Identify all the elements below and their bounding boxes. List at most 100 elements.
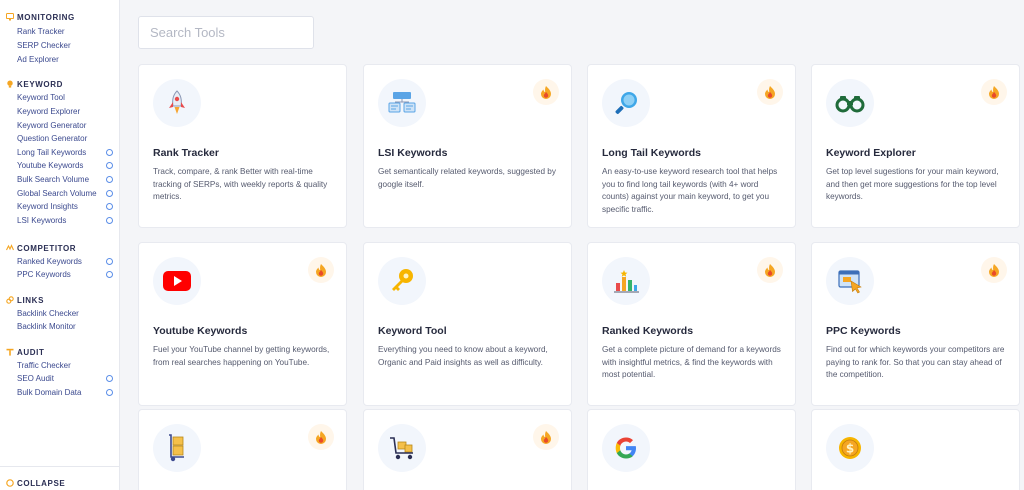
tool-card-ppc-keywords[interactable]: PPC Keywords Find out for which keywords… <box>811 242 1020 406</box>
sidebar-item-keyword-generator[interactable]: Keyword Generator <box>17 120 117 132</box>
sidebar-item-seo-audit[interactable]: SEO Audit <box>17 373 117 385</box>
tool-title: Ranked Keywords <box>602 325 694 337</box>
tool-card-cart[interactable] <box>363 409 572 490</box>
fire-icon <box>765 264 775 277</box>
sidebar-item-backlink-checker[interactable]: Backlink Checker <box>17 308 117 320</box>
tool-icon-wrap <box>602 79 650 127</box>
tool-title: Keyword Tool <box>378 325 447 337</box>
new-dot-icon <box>106 258 113 265</box>
competitor-icon <box>6 244 14 251</box>
youtube-icon <box>163 271 191 291</box>
collapse-label: COLLAPSE <box>17 478 66 488</box>
collapse-row: COLLAPSE <box>6 477 65 489</box>
tool-card-long-tail-keywords[interactable]: Long Tail Keywords An easy-to-use keywor… <box>587 64 796 228</box>
sidebar: MONITORING Rank Tracker SERP Checker Ad … <box>0 0 120 490</box>
tool-card-rank-tracker[interactable]: Rank Tracker Track, compare, & rank Bett… <box>138 64 347 228</box>
fire-icon <box>989 86 999 99</box>
fire-icon <box>989 264 999 277</box>
sidebar-item-traffic-checker[interactable]: Traffic Checker <box>17 360 117 372</box>
tool-icon-wrap <box>602 257 650 305</box>
svg-text:$: $ <box>846 442 854 456</box>
tool-icon-wrap <box>153 424 201 472</box>
new-dot-icon <box>106 162 113 169</box>
key-icon <box>392 269 413 291</box>
collapse-icon <box>6 479 14 487</box>
new-dot-icon <box>106 190 113 197</box>
sidebar-item-label: Bulk Domain Data <box>17 388 82 397</box>
hot-badge <box>757 79 783 105</box>
sidebar-item-serp-checker[interactable]: SERP Checker <box>17 40 117 52</box>
sidebar-item-ranked-keywords[interactable]: Ranked Keywords <box>17 256 117 268</box>
bulb-icon <box>7 80 13 88</box>
sidebar-item-label: Global Search Volume <box>17 189 97 198</box>
sidebar-item-ad-explorer[interactable]: Ad Explorer <box>17 54 117 66</box>
google-icon <box>615 437 636 459</box>
sidebar-item-lsi-keywords[interactable]: LSI Keywords <box>17 215 117 227</box>
fire-icon <box>541 431 551 444</box>
cart-icon <box>390 437 413 460</box>
new-dot-icon <box>106 149 113 156</box>
fire-icon <box>765 86 775 99</box>
tool-description: Get a complete picture of demand for a k… <box>602 345 781 379</box>
sidebar-item-youtube-keywords[interactable]: Youtube Keywords <box>17 160 117 172</box>
sidebar-item-label: Bulk Search Volume <box>17 175 90 184</box>
tool-description: Fuel your YouTube channel by getting key… <box>153 345 330 367</box>
tool-icon-wrap: $ <box>826 424 874 472</box>
tool-card-keyword-tool[interactable]: Keyword Tool Everything you need to know… <box>363 242 572 406</box>
sidebar-item-rank-tracker[interactable]: Rank Tracker <box>17 26 117 38</box>
collapse-toggle[interactable]: COLLAPSE <box>0 466 120 490</box>
dollar-coin-icon: $ <box>839 437 861 459</box>
sidebar-item-ppc-keywords[interactable]: PPC Keywords <box>17 269 117 281</box>
bar-chart-icon <box>614 270 639 293</box>
hot-badge <box>757 257 783 283</box>
tool-card-lsi-keywords[interactable]: LSI Keywords Get semantically related ke… <box>363 64 572 228</box>
section-competitor[interactable]: COMPETITOR <box>6 242 76 254</box>
section-keyword-label: KEYWORD <box>17 79 63 89</box>
hand-truck-icon <box>169 434 184 462</box>
tool-icon-wrap <box>153 257 201 305</box>
tool-card-keyword-explorer[interactable]: Keyword Explorer Get top level sugestion… <box>811 64 1020 228</box>
section-competitor-label: COMPETITOR <box>17 243 77 253</box>
section-keyword[interactable]: KEYWORD <box>6 78 63 90</box>
sidebar-item-backlink-monitor[interactable]: Backlink Monitor <box>17 321 117 333</box>
fire-icon <box>541 86 551 99</box>
hot-badge <box>981 79 1007 105</box>
section-audit[interactable]: AUDIT <box>6 346 44 358</box>
sidebar-item-label: Ranked Keywords <box>17 257 82 266</box>
tool-card-youtube-keywords[interactable]: Youtube Keywords Fuel your YouTube chann… <box>138 242 347 406</box>
search-input[interactable] <box>138 16 314 49</box>
sidebar-item-global-search-volume[interactable]: Global Search Volume <box>17 188 117 200</box>
sidebar-item-long-tail-keywords[interactable]: Long Tail Keywords <box>17 147 117 159</box>
section-monitoring[interactable]: MONITORING <box>6 11 75 23</box>
sidebar-item-label: Long Tail Keywords <box>17 148 87 157</box>
tool-card-google[interactable] <box>587 409 796 490</box>
tool-card-dollar[interactable]: $ <box>811 409 1020 490</box>
tool-title: Rank Tracker <box>153 147 219 159</box>
tool-description: Get top level sugestions for your main k… <box>826 167 999 201</box>
magnifier-icon <box>615 92 637 114</box>
sidebar-item-keyword-insights[interactable]: Keyword Insights <box>17 201 117 213</box>
tool-description: Track, compare, & rank Better with real-… <box>153 167 328 201</box>
sidebar-item-keyword-tool[interactable]: Keyword Tool <box>17 92 117 104</box>
tool-icon-wrap <box>378 257 426 305</box>
new-dot-icon <box>106 271 113 278</box>
rocket-icon <box>169 90 185 114</box>
binoculars-icon <box>835 96 865 113</box>
new-dot-icon <box>106 203 113 210</box>
tool-icon-wrap <box>153 79 201 127</box>
sidebar-item-label: SEO Audit <box>17 374 54 383</box>
link-icon <box>6 296 14 304</box>
tool-card-ranked-keywords[interactable]: Ranked Keywords Get a complete picture o… <box>587 242 796 406</box>
sidebar-item-keyword-explorer[interactable]: Keyword Explorer <box>17 106 117 118</box>
tool-icon-wrap <box>602 424 650 472</box>
tool-title: Keyword Explorer <box>826 147 916 159</box>
sidebar-item-bulk-domain-data[interactable]: Bulk Domain Data <box>17 387 117 399</box>
sidebar-item-bulk-search-volume[interactable]: Bulk Search Volume <box>17 174 117 186</box>
sidebar-item-label: Keyword Insights <box>17 202 78 211</box>
tool-icon-wrap <box>826 257 874 305</box>
tool-title: PPC Keywords <box>826 325 901 337</box>
section-links[interactable]: LINKS <box>6 294 44 306</box>
tool-card-hand-truck[interactable] <box>138 409 347 490</box>
sidebar-item-question-generator[interactable]: Question Generator <box>17 133 117 145</box>
monitor-icon <box>6 13 14 21</box>
